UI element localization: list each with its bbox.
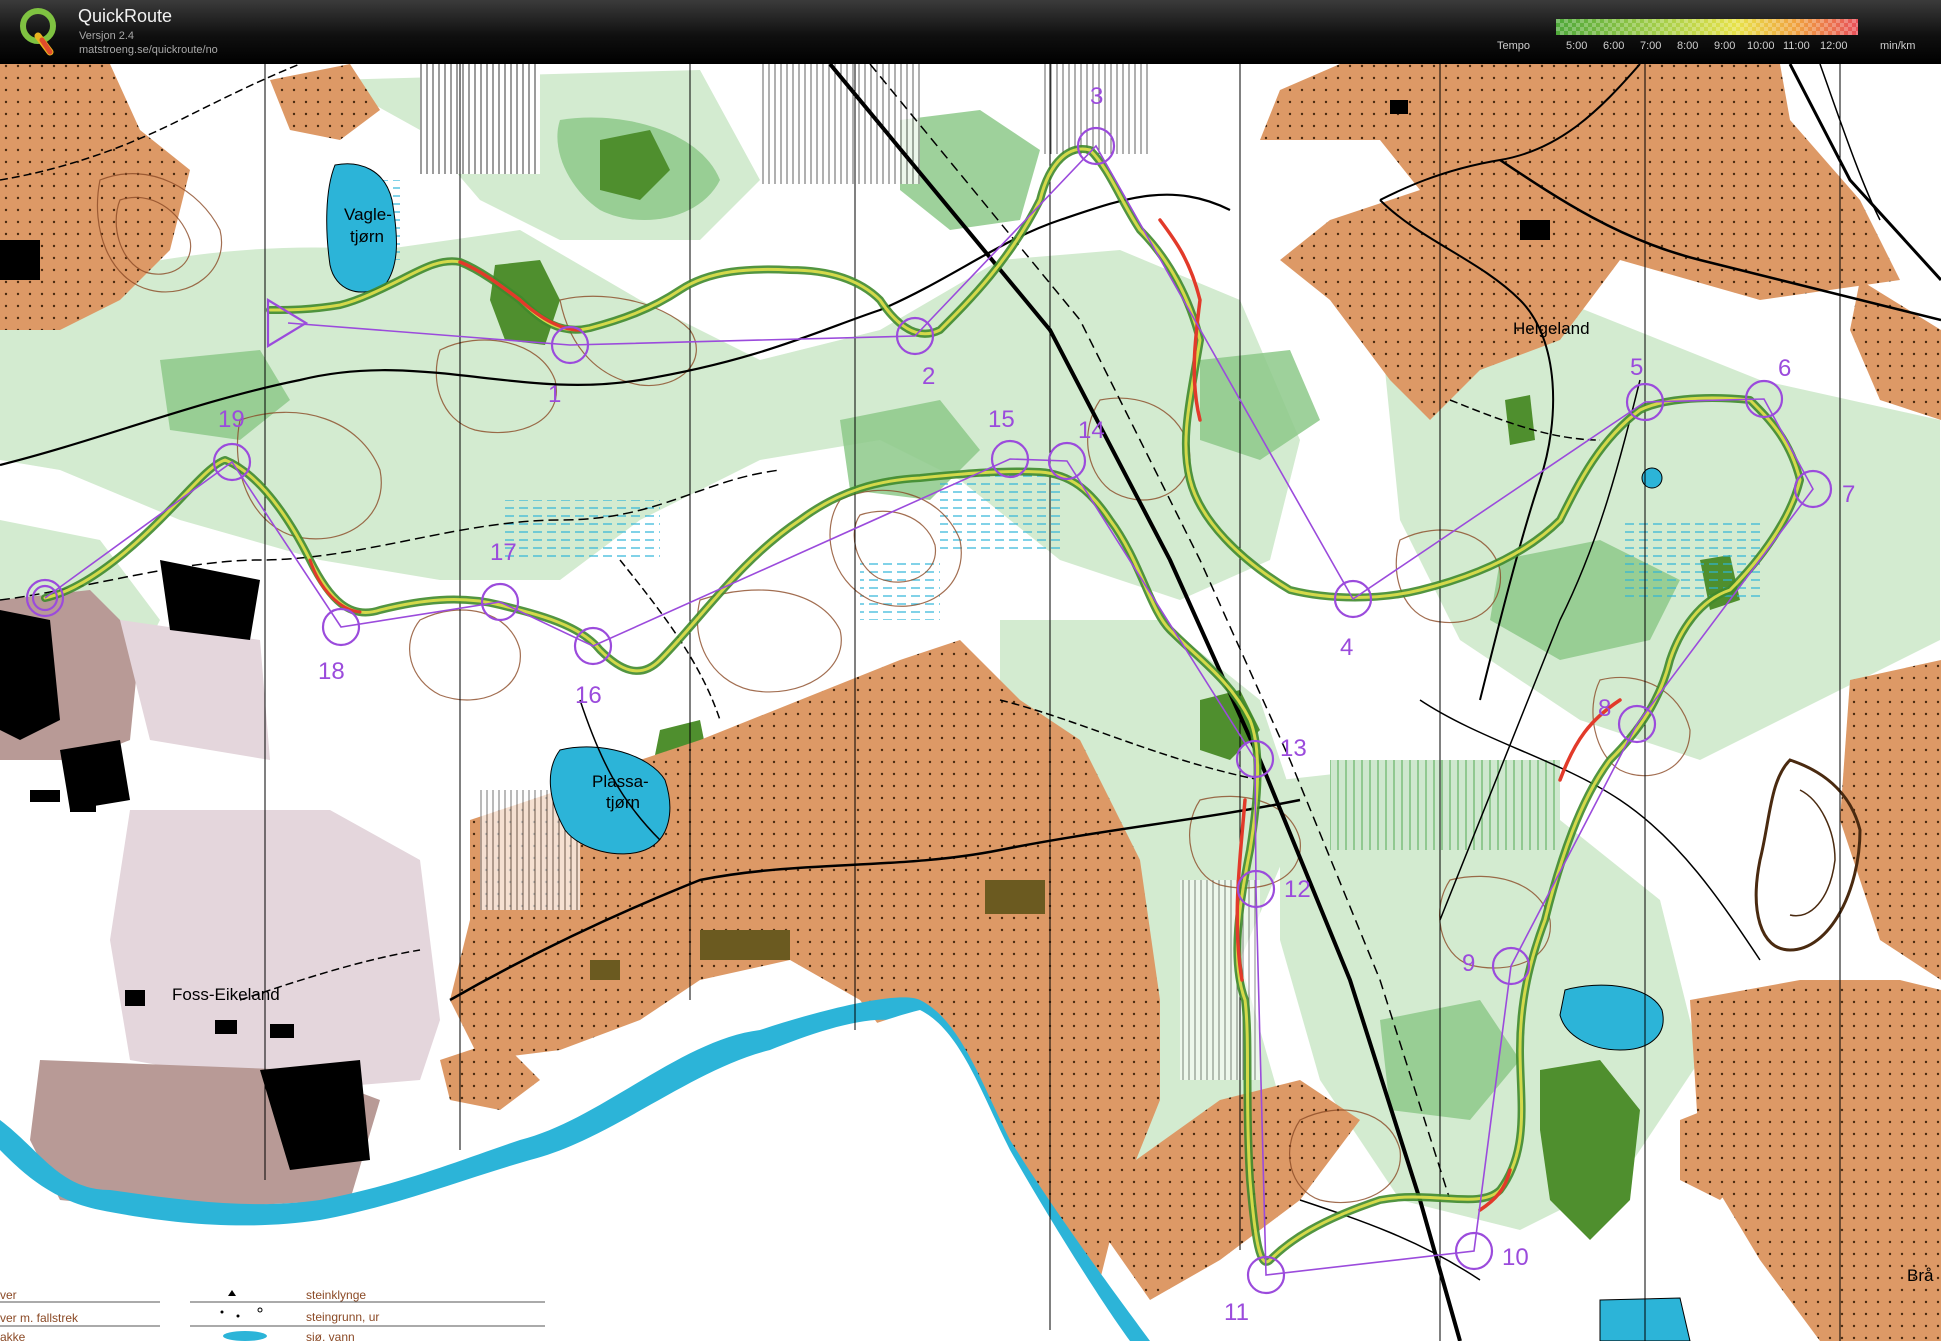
- place-name: Helgeland: [1513, 319, 1590, 338]
- place-name: Vagle-: [344, 205, 392, 224]
- control-number: 5: [1630, 354, 1643, 381]
- tempo-color-scale: [1556, 19, 1858, 35]
- control-number: 1: [548, 381, 561, 408]
- control-number: 2: [922, 363, 935, 390]
- control-number: 10: [1502, 1244, 1529, 1271]
- place-name: Plassa-: [592, 772, 649, 791]
- app-version: Versjon 2.4: [79, 30, 135, 42]
- control-number: 11: [1224, 1299, 1249, 1326]
- control-number: 13: [1280, 735, 1307, 762]
- place-name: Foss-Eikeland: [172, 985, 280, 1004]
- app-title: QuickRoute: [78, 6, 173, 26]
- legend-text: steinklynge: [306, 1288, 366, 1302]
- legend-text: steingrunn, ur: [306, 1310, 379, 1324]
- cultivated-land: [420, 64, 540, 174]
- tempo-tick: 12:00: [1820, 40, 1848, 52]
- tempo-label: Tempo: [1497, 40, 1531, 52]
- tempo-tick: 7:00: [1640, 40, 1662, 52]
- place-name: tjørn: [350, 227, 384, 246]
- control-number: 14: [1078, 417, 1105, 444]
- tempo-tick: 6:00: [1603, 40, 1625, 52]
- control-number: 4: [1340, 634, 1353, 661]
- vegetation-stripe: [1440, 760, 1560, 850]
- control-number: 7: [1842, 481, 1855, 508]
- legend-text: akke: [0, 1330, 26, 1341]
- legend-text: ver m. fallstrek: [0, 1311, 79, 1325]
- control-number: 19: [218, 406, 245, 433]
- tempo-tick: 11:00: [1783, 40, 1810, 52]
- legend-text: sjø, vann: [306, 1330, 355, 1341]
- control-number: 8: [1598, 695, 1611, 722]
- cultivated-land: [760, 64, 920, 184]
- tempo-unit: min/km: [1880, 40, 1916, 52]
- place-name: tjørn: [606, 793, 640, 812]
- tempo-tick: 10:00: [1747, 40, 1775, 52]
- control-number: 17: [490, 539, 517, 566]
- app-header: QuickRoute Versjon 2.4 matstroeng.se/qui…: [0, 0, 1941, 64]
- control-number: 3: [1090, 83, 1103, 110]
- control-number: 18: [318, 658, 345, 685]
- tempo-tick: 9:00: [1714, 40, 1736, 52]
- tempo-tick: 8:00: [1677, 40, 1699, 52]
- quickroute-logo-icon: [20, 8, 56, 56]
- tempo-tick: 5:00: [1566, 40, 1588, 52]
- place-name: Brå: [1907, 1266, 1934, 1285]
- legend-text: ver: [0, 1288, 17, 1302]
- map-legend: ver ver m. fallstrek akke steinklynge st…: [0, 1280, 560, 1341]
- control-number: 9: [1462, 950, 1475, 977]
- control-number: 16: [575, 682, 602, 709]
- control-number: 15: [988, 406, 1015, 433]
- app-url: matstroeng.se/quickroute/no: [79, 44, 218, 56]
- control-number: 12: [1284, 876, 1311, 903]
- orienteering-map[interactable]: 1 2 3 4 5 6 7 8 9 10 11 12 13 14 15 16 1…: [0, 64, 1941, 1341]
- control-number: 6: [1778, 355, 1791, 382]
